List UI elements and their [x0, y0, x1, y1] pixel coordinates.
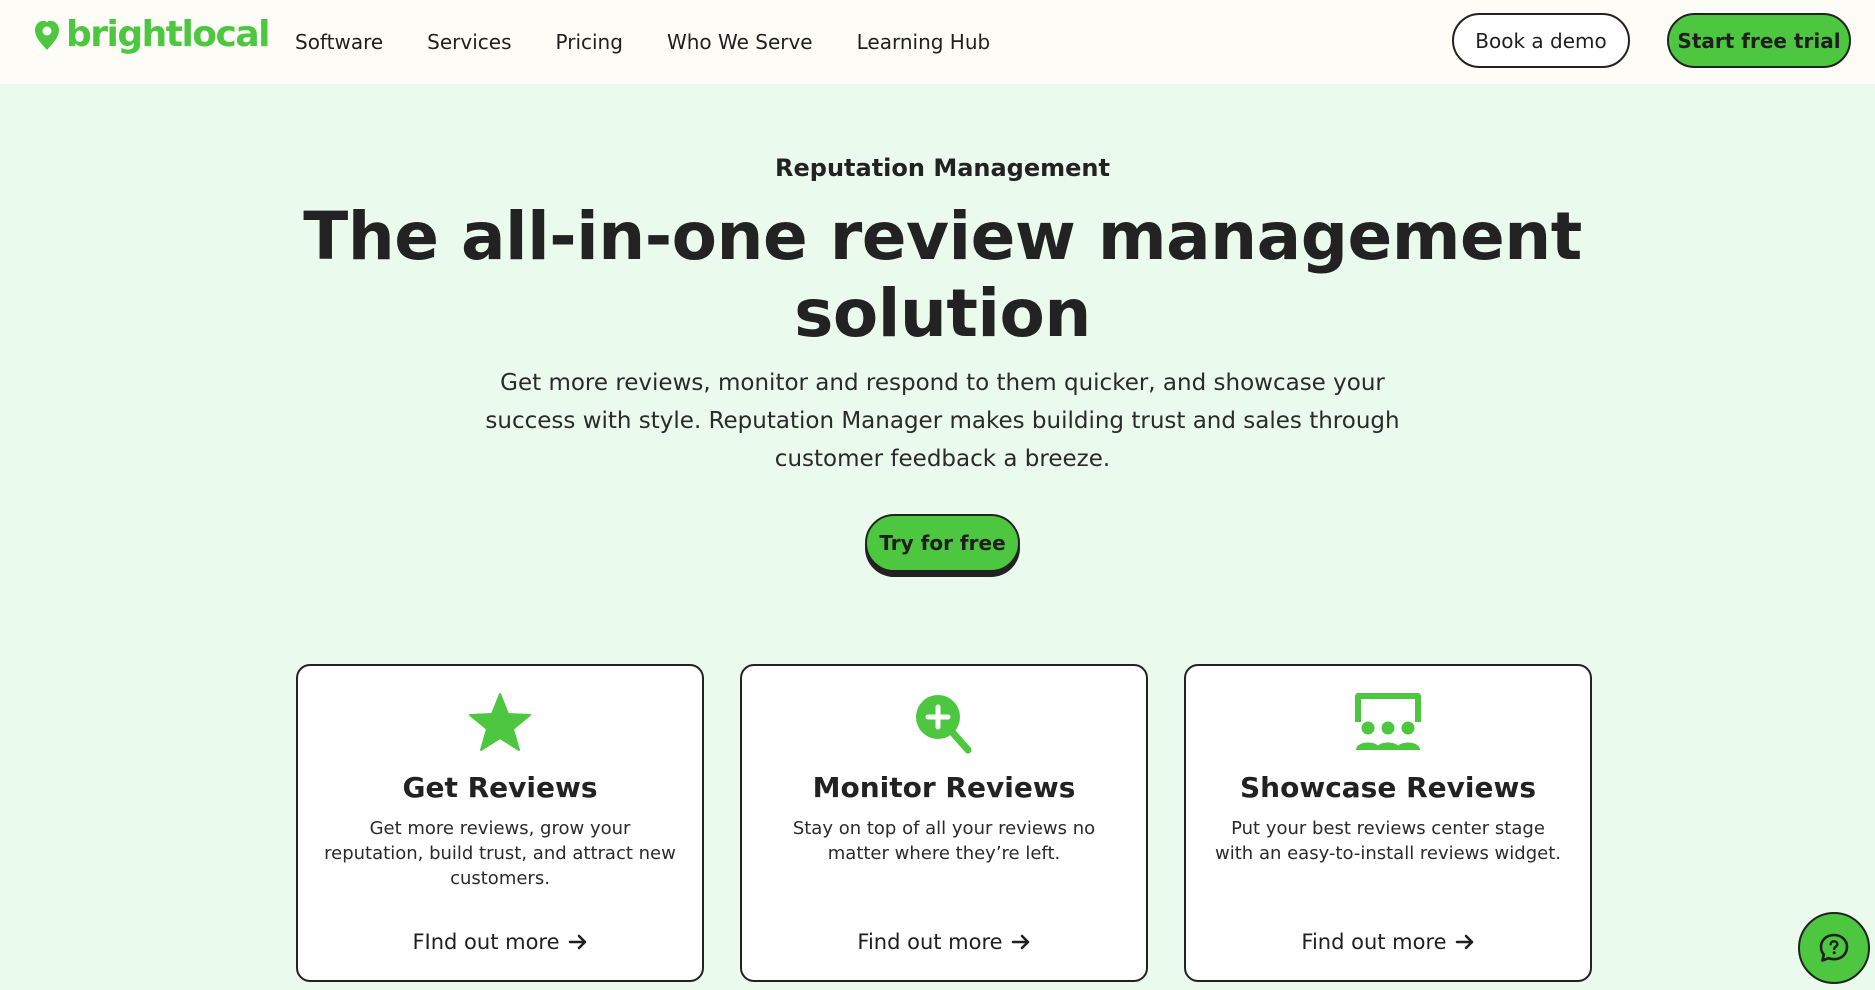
- brightlocal-logo[interactable]: brightlocal: [32, 14, 271, 55]
- logo-text: brightlocal: [66, 14, 271, 55]
- nav-pricing[interactable]: Pricing: [556, 30, 623, 54]
- site-header: brightlocal Software Services Pricing Wh…: [0, 0, 1875, 84]
- get-reviews-card: Get Reviews Get more reviews, grow your …: [296, 664, 704, 982]
- location-heart-icon: [35, 20, 59, 50]
- card-title: Get Reviews: [402, 771, 598, 804]
- card-description: Stay on top of all your reviews no matte…: [792, 818, 1096, 864]
- star-icon: [469, 693, 531, 751]
- find-out-more-link[interactable]: Find out more: [742, 930, 1146, 954]
- magnify-plus-icon: [916, 695, 972, 754]
- link-label: Find out more: [857, 930, 1003, 954]
- book-demo-button[interactable]: Book a demo: [1452, 13, 1630, 68]
- showcase-reviews-card: Showcase Reviews Put your best reviews c…: [1184, 664, 1592, 982]
- find-out-more-link[interactable]: Find out more: [1186, 930, 1590, 954]
- find-out-more-link[interactable]: FInd out more: [298, 930, 702, 954]
- link-label: Find out more: [1301, 930, 1447, 954]
- hero-headline: The all-in-one review management solutio…: [303, 198, 1582, 352]
- card-description: Put your best reviews center stage with …: [1215, 818, 1561, 864]
- arrow-right-icon: [1455, 934, 1473, 950]
- nav-software[interactable]: Software: [295, 30, 383, 54]
- arrow-right-icon: [1011, 934, 1029, 950]
- monitor-reviews-card: Monitor Reviews Stay on top of all your …: [740, 664, 1148, 982]
- audience-board-icon: [1355, 693, 1421, 750]
- card-title: Showcase Reviews: [1239, 771, 1537, 804]
- nav-learning-hub[interactable]: Learning Hub: [857, 30, 991, 54]
- start-free-trial-button[interactable]: Start free trial: [1667, 13, 1851, 68]
- nav-who-we-serve[interactable]: Who We Serve: [667, 30, 813, 54]
- link-label: FInd out more: [412, 930, 560, 954]
- hero-subtext: Get more reviews, monitor and respond to…: [485, 370, 1400, 472]
- nav-services[interactable]: Services: [427, 30, 511, 54]
- chat-launcher-button[interactable]: [1798, 912, 1870, 984]
- chat-bubble-icon: [1819, 933, 1849, 962]
- card-description: Get more reviews, grow your reputation, …: [324, 818, 676, 889]
- try-for-free-button[interactable]: Try for free: [865, 514, 1020, 572]
- main-nav: Software Services Pricing Who We Serve L…: [295, 0, 1034, 84]
- arrow-right-icon: [568, 934, 586, 950]
- card-title: Monitor Reviews: [812, 771, 1076, 804]
- hero-eyebrow: Reputation Management: [775, 154, 1110, 182]
